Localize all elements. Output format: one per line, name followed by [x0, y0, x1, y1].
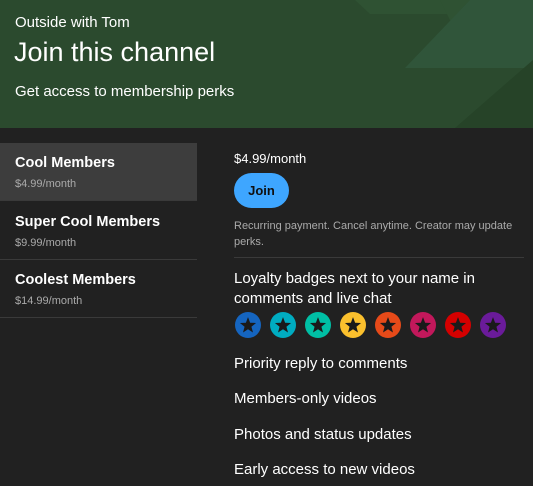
star-badge-icon-graphic	[375, 312, 401, 338]
perk-loyalty-badges: Loyalty badges next to your name in comm…	[234, 270, 475, 307]
tier-price: $4.99/month	[15, 178, 77, 190]
perk-early-access: Early access to new videos	[234, 461, 415, 478]
star-badge-icon-graphic	[340, 312, 366, 338]
loyalty-badge-row	[234, 311, 524, 339]
tier-item-cool-members[interactable]: Cool Members $4.99/month	[0, 143, 197, 201]
channel-name: Outside with Tom	[15, 14, 130, 31]
join-button[interactable]: Join	[234, 173, 289, 208]
star-badge-icon	[234, 311, 262, 339]
channel-header: Outside with Tom Join this channel Get a…	[0, 0, 533, 128]
page-title: Join this channel	[14, 37, 216, 67]
tier-name: Cool Members	[15, 155, 115, 171]
tier-price: $14.99/month	[15, 295, 83, 307]
star-badge-icon	[479, 311, 507, 339]
star-badge-icon-graphic	[270, 312, 296, 338]
perk-members-only-videos: Members-only videos	[234, 390, 377, 407]
star-badge-icon-graphic	[235, 312, 261, 338]
star-badge-icon	[444, 311, 472, 339]
star-badge-icon-graphic	[445, 312, 471, 338]
star-badge-icon	[409, 311, 437, 339]
tier-name: Coolest Members	[15, 272, 136, 288]
star-badge-icon	[339, 311, 367, 339]
perk-photos-status: Photos and status updates	[234, 426, 412, 443]
divider	[234, 257, 524, 258]
star-badge-icon	[269, 311, 297, 339]
selected-tier-price: $4.99/month	[234, 151, 307, 166]
star-badge-icon	[374, 311, 402, 339]
tier-list: Cool Members $4.99/month Super Cool Memb…	[0, 128, 197, 486]
tier-details: $4.99/month Join Recurring payment. Canc…	[234, 128, 524, 486]
star-badge-icon	[304, 311, 332, 339]
star-badge-icon-graphic	[305, 312, 331, 338]
star-badge-icon-graphic	[410, 312, 436, 338]
tier-item-super-cool-members[interactable]: Super Cool Members $9.99/month	[0, 202, 197, 260]
recurring-note: Recurring payment. Cancel anytime. Creat…	[234, 220, 513, 248]
tier-name: Super Cool Members	[15, 214, 161, 230]
perk-priority-reply: Priority reply to comments	[234, 355, 408, 372]
tier-item-coolest-members[interactable]: Coolest Members $14.99/month	[0, 260, 197, 318]
tier-price: $9.99/month	[15, 237, 77, 249]
page-subtitle: Get access to membership perks	[15, 83, 235, 100]
star-badge-icon-graphic	[480, 312, 506, 338]
